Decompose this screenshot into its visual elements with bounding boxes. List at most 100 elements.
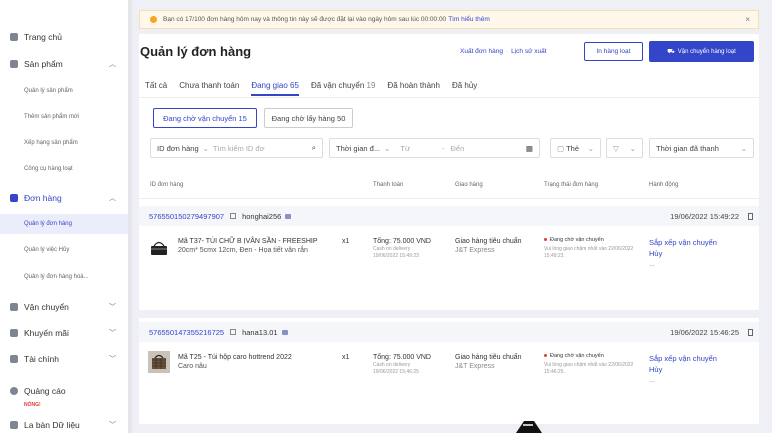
- sidebar-item-promotions[interactable]: Khuyến mãi ﹀: [0, 326, 128, 340]
- subtab-awaiting-pickup[interactable]: Đang chờ lấy hàng 50: [264, 108, 353, 128]
- orders-icon: [10, 194, 18, 202]
- tab-label: Chưa thanh toán: [179, 81, 240, 90]
- sidebar-products-label: Sản phẩm: [24, 59, 63, 69]
- search-icon[interactable]: ⌕: [312, 143, 316, 153]
- sidebar-item-data[interactable]: La bàn Dữ liệu ﹀: [0, 418, 128, 432]
- tab-shipping[interactable]: Đang giao 65: [251, 81, 299, 96]
- copy-icon[interactable]: [230, 213, 237, 219]
- bulk-print-button[interactable]: In hàng loạt: [584, 42, 643, 61]
- calendar-icon[interactable]: ▦: [526, 144, 533, 153]
- export-history-link[interactable]: Lịch sử xuất: [511, 48, 546, 55]
- tab-unpaid[interactable]: Chưa thanh toán: [179, 81, 239, 90]
- filter-icon: ▽: [613, 143, 619, 153]
- funnel-filter[interactable]: ▽ ⌄: [606, 138, 643, 158]
- status-badge: Đang chờ vận chuyển: [550, 237, 604, 243]
- tag-filter[interactable]: ▢ Thẻ ⌄: [550, 138, 601, 158]
- product-name: Mã T37- TÚI CHỮ B ỊVÂN SẦN - FREESHIP: [178, 238, 318, 245]
- shipping-type: Giao hàng tiêu chuẩn: [455, 238, 522, 245]
- date-to-input[interactable]: Đến: [451, 144, 465, 153]
- order-id[interactable]: 576550150279497907: [149, 212, 224, 221]
- search-filter[interactable]: ID đơn hàng ⌄ Tìm kiếm ID đơ ⌕: [150, 138, 323, 158]
- page-title: Quản lý đơn hàng: [140, 44, 252, 59]
- quantity: x1: [342, 238, 350, 245]
- sidebar-scrollbar[interactable]: [128, 0, 132, 433]
- bookmark-icon[interactable]: [748, 328, 753, 336]
- col-order-id: ID đơn hàng: [150, 182, 184, 188]
- arrange-shipment-link[interactable]: Sắp xếp vận chuyển: [649, 237, 717, 248]
- sidebar-subitem[interactable]: Xếp hạng sản phẩm: [0, 137, 128, 149]
- status-info: Đang chờ vận chuyển Vui lòng giao chậm n…: [544, 237, 644, 259]
- status-tabs: Tất cả Chưa thanh toán Đang giao 65 Đã v…: [145, 81, 489, 96]
- tab-label: Đã hoàn thành: [387, 81, 440, 90]
- order-total: Tổng: 75.000 VND: [373, 238, 431, 245]
- close-icon[interactable]: ×: [745, 15, 750, 24]
- product-variant: 20cm* 5cmx 12cm, Đen - Họa tiết vân rắn: [178, 247, 308, 255]
- wallet-icon: [10, 355, 18, 363]
- actions: Sắp xếp vận chuyển Hủy ...: [649, 237, 717, 269]
- time-select[interactable]: Thời gian đ...: [336, 144, 380, 153]
- export-link[interactable]: Xuất đơn hàng: [460, 48, 503, 55]
- buyer-name[interactable]: honghai256: [242, 212, 281, 221]
- more-button[interactable]: ...: [649, 260, 717, 269]
- sort-select[interactable]: Thời gian đã thanh ⌄: [649, 138, 754, 158]
- chevron-down-icon: ﹀: [109, 304, 116, 311]
- sidebar-finance-label: Tài chính: [24, 354, 59, 364]
- buyer-name[interactable]: hana13.01: [242, 328, 277, 337]
- orders-panel-2: 576550147355216725 hana13.01 19/06/2022 …: [139, 318, 759, 424]
- shipping-type: Giao hàng tiêu chuẩn: [455, 354, 522, 361]
- chevron-down-icon: ﹀: [109, 422, 116, 429]
- cancel-link[interactable]: Hủy: [649, 248, 717, 259]
- tab-label: Đã hủy: [451, 81, 478, 90]
- header-divider: [139, 198, 759, 199]
- chevron-down-icon: ﹀: [109, 330, 116, 337]
- tab-shipped[interactable]: Đã vận chuyển 19: [311, 81, 376, 90]
- search-input[interactable]: Tìm kiếm ID đơ: [213, 144, 265, 153]
- quantity: x1: [342, 354, 350, 361]
- sidebar-subitem[interactable]: Quản lý sản phẩm: [0, 85, 128, 97]
- sidebar-subitem[interactable]: Thêm sản phẩm mới: [0, 111, 128, 123]
- sidebar-item-orders[interactable]: Đơn hàng ︿: [0, 191, 128, 205]
- shipping-info: Giao hàng tiêu chuẩn J&T Express: [455, 237, 545, 255]
- chevron-up-icon: ︿: [109, 195, 116, 202]
- bulk-ship-button[interactable]: ⛟ Vận chuyển hàng loạt: [649, 41, 754, 62]
- carrier: J&T Express: [455, 363, 495, 371]
- sort-label: Thời gian đã thanh: [656, 143, 719, 153]
- cancel-link[interactable]: Hủy: [649, 364, 717, 375]
- sidebar-item-finance[interactable]: Tài chính ﹀: [0, 352, 128, 366]
- chat-icon[interactable]: [281, 329, 288, 335]
- arrange-shipment-link[interactable]: Sắp xếp vận chuyển: [649, 353, 717, 364]
- chevron-down-icon: ⌄: [384, 143, 391, 153]
- copy-icon[interactable]: [230, 329, 237, 335]
- sidebar-item-shipping[interactable]: Vận chuyển ﹀: [0, 300, 128, 314]
- chevron-down-icon: ⌄: [629, 143, 636, 153]
- id-select[interactable]: ID đơn hàng: [157, 144, 199, 153]
- learn-more-link[interactable]: Tìm hiểu thêm: [448, 16, 490, 23]
- sidebar-subitem[interactable]: Quản lý việc Hủy: [0, 244, 128, 256]
- tab-completed[interactable]: Đã hoàn thành: [387, 81, 440, 90]
- more-button[interactable]: ...: [649, 376, 717, 385]
- ads-icon: [10, 387, 18, 395]
- actions: Sắp xếp vận chuyển Hủy ...: [649, 353, 717, 385]
- subtab-awaiting-shipment[interactable]: Đang chờ vận chuyển 15: [153, 108, 257, 128]
- date-from-input[interactable]: Từ: [400, 144, 410, 153]
- warning-icon: [150, 16, 157, 23]
- sidebar-promotions-label: Khuyến mãi: [24, 328, 69, 338]
- product-variant: Caro nâu: [178, 363, 207, 371]
- notice-text: Bạn có 17/100 đơn hàng hôm nay và thông …: [163, 16, 447, 23]
- tab-cancelled[interactable]: Đã hủy: [452, 81, 477, 90]
- sidebar-subitem-active[interactable]: Quản lý đơn hàng: [0, 214, 128, 234]
- sidebar-subitem[interactable]: Công cụ hàng loạt: [0, 163, 128, 175]
- chevron-down-icon: ⌄: [202, 143, 209, 153]
- sidebar-shipping-label: Vận chuyển: [24, 302, 69, 312]
- chat-icon[interactable]: [285, 213, 292, 219]
- order-id[interactable]: 576550147355216725: [149, 328, 224, 337]
- sidebar-item-home[interactable]: Trang chủ: [0, 30, 128, 44]
- date-filter[interactable]: Thời gian đ... ⌄ Từ - Đến ▦: [329, 138, 540, 158]
- chevron-up-icon: ︿: [109, 61, 116, 68]
- tab-all[interactable]: Tất cả: [145, 81, 167, 90]
- bookmark-icon[interactable]: [748, 212, 753, 220]
- sidebar-item-products[interactable]: Sản phẩm ︿: [0, 57, 128, 71]
- sidebar-subitem[interactable]: Quản lý đơn hàng hoà...: [0, 271, 128, 283]
- truck-icon: ⛟: [667, 48, 675, 55]
- sidebar-item-ads[interactable]: Quảng cáo: [0, 384, 128, 398]
